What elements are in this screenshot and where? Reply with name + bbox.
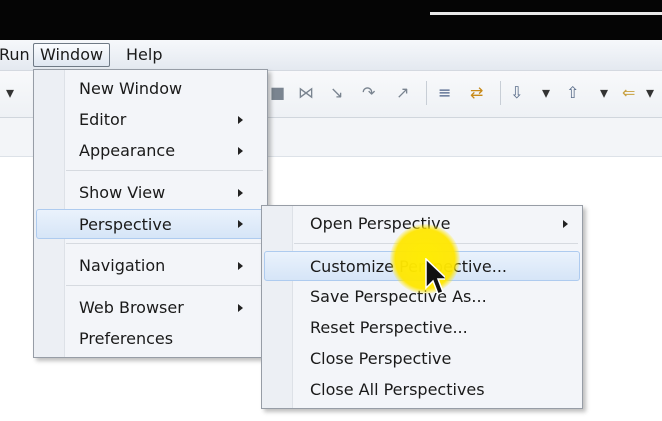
submenu-arrow-icon [238, 189, 243, 197]
menu-run[interactable]: Run [0, 43, 36, 67]
menu-item-navigation[interactable]: Navigation [36, 251, 265, 281]
submenu-arrow-icon [238, 262, 243, 270]
previous-edit-icon[interactable]: ⇧ [566, 83, 579, 103]
window-menu: New Window Editor Appearance Show View P… [33, 69, 268, 358]
menu-item-label: Close Perspective [310, 349, 452, 368]
title-bar-line [430, 12, 662, 15]
menu-item-appearance[interactable]: Appearance [36, 136, 265, 166]
menu-item-reset-perspective[interactable]: Reset Perspective... [264, 313, 580, 343]
menu-item-editor[interactable]: Editor [36, 105, 265, 135]
menu-item-label: Perspective [79, 215, 172, 234]
window-title-bar [0, 0, 662, 40]
step-over-icon[interactable]: ↷ [362, 83, 375, 103]
submenu-arrow-icon [563, 220, 568, 228]
menu-item-label: Appearance [79, 141, 176, 160]
menu-item-web-browser[interactable]: Web Browser [36, 293, 265, 323]
submenu-arrow-icon [238, 304, 243, 312]
disconnect-icon[interactable]: ⋈ [298, 83, 314, 103]
menu-bar: Run Window Help [0, 40, 662, 71]
submenu-arrow-icon [238, 220, 243, 228]
menu-item-label: New Window [79, 79, 183, 98]
menu-separator [66, 170, 263, 171]
step-into-icon[interactable]: ↘ [330, 83, 343, 103]
menu-item-perspective[interactable]: Perspective [36, 209, 265, 239]
menu-item-label: Navigation [79, 256, 166, 275]
toolbar-separator [500, 81, 501, 105]
submenu-arrow-icon [238, 116, 243, 124]
step-return-icon[interactable]: ↗ [396, 83, 409, 103]
menu-item-label: Reset Perspective... [310, 318, 468, 337]
next-annotation-icon[interactable]: ⇄ [470, 83, 483, 103]
menu-item-new-window[interactable]: New Window [36, 74, 265, 104]
menu-item-close-all-perspectives[interactable]: Close All Perspectives [264, 375, 580, 405]
mouse-pointer-icon [425, 258, 445, 295]
menu-item-label: Editor [79, 110, 127, 129]
chevron-down-icon[interactable]: ▾ [542, 83, 550, 103]
submenu-arrow-icon [238, 147, 243, 155]
menu-separator [66, 243, 263, 244]
menu-item-label: Show View [79, 183, 166, 202]
menu-item-close-perspective[interactable]: Close Perspective [264, 344, 580, 374]
menu-item-label: Close All Perspectives [310, 380, 485, 399]
menu-item-preferences[interactable]: Preferences [36, 324, 265, 354]
menu-separator [66, 285, 263, 286]
menu-item-show-view[interactable]: Show View [36, 178, 265, 208]
toolbar-separator [426, 81, 427, 105]
menu-item-label: Save Perspective As... [310, 287, 487, 306]
use-step-filters-icon[interactable]: ≡ [438, 83, 451, 103]
menu-help[interactable]: Help [120, 43, 168, 67]
next-edit-icon[interactable]: ⇩ [510, 83, 523, 103]
dropdown-arrow-icon[interactable]: ▾ [6, 83, 14, 103]
menu-help-label: Help [126, 45, 163, 64]
stop-icon[interactable]: ■ [270, 83, 285, 103]
menu-window[interactable]: Window [33, 43, 111, 67]
back-icon[interactable]: ⇐ [622, 83, 635, 103]
menu-item-label: Preferences [79, 329, 174, 348]
menu-run-label: Run [0, 45, 30, 64]
menu-window-label: Window [40, 45, 104, 64]
menu-item-label: Web Browser [79, 298, 184, 317]
chevron-down-icon[interactable]: ▾ [646, 83, 654, 103]
chevron-down-icon[interactable]: ▾ [600, 83, 608, 103]
